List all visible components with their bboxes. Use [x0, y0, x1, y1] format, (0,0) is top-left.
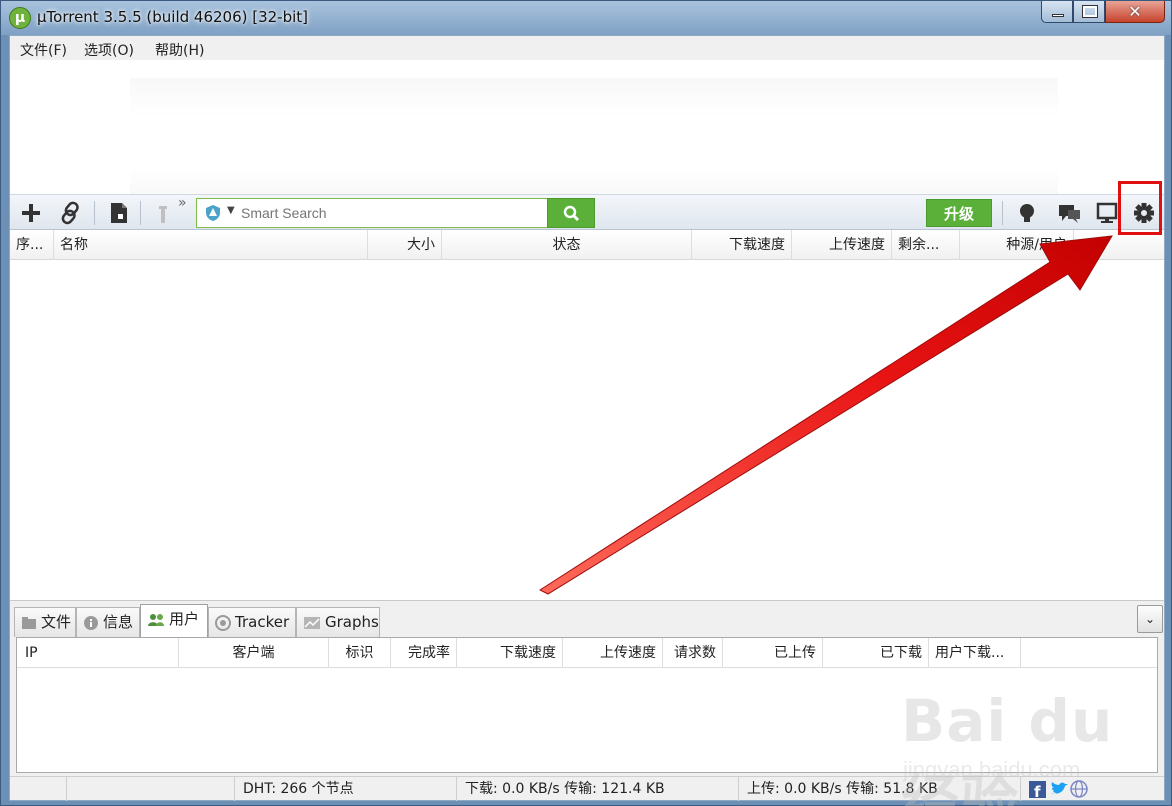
add-url-button[interactable]	[56, 199, 86, 227]
column-header-seeds-peers[interactable]: 种源/用户	[960, 230, 1074, 260]
baidu-watermark: Bai du 经验 jingyan.baidu.com	[901, 687, 1161, 806]
tab-trackers[interactable]: Tracker	[208, 607, 296, 637]
collapse-panel-button[interactable]: ⌄	[1137, 605, 1163, 633]
folder-icon	[22, 616, 36, 629]
column-header-ip[interactable]: IP	[19, 638, 179, 668]
tab-trackers-label: Tracker	[235, 613, 290, 631]
tab-graphs-label: Graphs	[325, 613, 379, 631]
utorrent-logo-icon: µ	[9, 7, 31, 29]
tab-info-label: 信息	[103, 613, 134, 631]
status-empty-cell	[66, 777, 234, 801]
column-header-size[interactable]: 大小	[368, 230, 442, 260]
search-box: ▼	[196, 198, 548, 228]
plus-icon	[22, 204, 40, 222]
tab-graphs[interactable]: Graphs	[296, 607, 380, 637]
maximize-icon	[1082, 5, 1098, 18]
close-button[interactable]: ✕	[1105, 1, 1165, 23]
search-icon	[563, 205, 580, 222]
column-header-client[interactable]: 客户端	[179, 638, 329, 668]
search-provider-dropdown-icon[interactable]: ▼	[227, 205, 235, 216]
create-torrent-button[interactable]	[104, 199, 134, 227]
column-header-eta[interactable]: 剩余...	[892, 230, 960, 260]
column-header-upload-speed[interactable]: 上传速度	[792, 230, 892, 260]
tab-files-label: 文件	[41, 613, 72, 631]
chat-button[interactable]	[1054, 199, 1084, 227]
new-file-icon	[111, 203, 127, 223]
column-header-uploaded[interactable]: 已上传	[723, 638, 823, 668]
minimize-icon	[1052, 14, 1064, 17]
remote-button[interactable]	[148, 199, 178, 227]
column-header-peer-dl[interactable]: 用户下载...	[929, 638, 1021, 668]
baidu-logo: Bai du 经验	[901, 687, 1114, 806]
window-title: µTorrent 3.5.5 (build 46206) [32-bit]	[37, 8, 309, 26]
column-header-percent[interactable]: 完成率	[391, 638, 457, 668]
add-torrent-button[interactable]	[16, 199, 46, 227]
status-download[interactable]: 下载: 0.0 KB/s 传输: 121.4 KB	[456, 777, 738, 801]
column-header-requests[interactable]: 请求数	[663, 638, 723, 668]
upgrade-button[interactable]: 升级	[926, 199, 992, 227]
tab-peers[interactable]: 用户	[140, 604, 208, 638]
minimize-button[interactable]	[1041, 1, 1073, 23]
link-icon	[61, 201, 79, 225]
maximize-button[interactable]	[1073, 1, 1105, 23]
tab-peers-label: 用户	[169, 610, 200, 628]
torrent-list[interactable]	[10, 260, 1164, 600]
remote-icon	[159, 206, 167, 223]
tracker-icon	[215, 614, 231, 631]
tab-info[interactable]: 信息	[76, 607, 140, 637]
toolbar-overflow-indicator[interactable]: »	[178, 195, 187, 211]
column-header-download-speed[interactable]: 下载速度	[692, 230, 792, 260]
column-header-peer-upload-speed[interactable]: 上传速度	[563, 638, 663, 668]
settings-highlight-annotation	[1118, 181, 1162, 235]
column-header-downloaded[interactable]: 已下载	[823, 638, 929, 668]
torrent-list-header: 序... 名称 大小 状态 下载速度 上传速度 剩余... 种源/用户	[10, 230, 1164, 260]
menu-bar: 文件(F) 选项(O) 帮助(H)	[10, 36, 1164, 60]
app-window: µ µTorrent 3.5.5 (build 46206) [32-bit] …	[0, 0, 1172, 806]
toolbar: » ▼ 升级	[10, 194, 1164, 230]
users-icon	[148, 613, 164, 626]
info-icon	[84, 615, 98, 630]
chat-icon	[1059, 205, 1080, 223]
menu-file[interactable]: 文件(F)	[20, 40, 67, 60]
title-bar[interactable]: µ µTorrent 3.5.5 (build 46206) [32-bit] …	[1, 1, 1171, 35]
column-header-status[interactable]: 状态	[442, 230, 692, 260]
column-header-flags[interactable]: 标识	[329, 638, 391, 668]
column-header-index[interactable]: 序...	[10, 230, 54, 260]
search-button[interactable]	[547, 198, 595, 228]
tips-button[interactable]	[1012, 199, 1042, 227]
menu-help[interactable]: 帮助(H)	[155, 40, 204, 60]
search-input[interactable]	[241, 203, 541, 223]
status-dht[interactable]: DHT: 266 个节点	[234, 777, 456, 801]
lightbulb-icon	[1020, 204, 1034, 222]
column-header-peer-download-speed[interactable]: 下载速度	[457, 638, 563, 668]
shield-icon[interactable]	[205, 204, 221, 222]
peers-list-header: IP 客户端 标识 完成率 下载速度 上传速度 请求数 已上传 已下载 用户下载…	[17, 638, 1157, 668]
chevron-down-icon: ⌄	[1144, 612, 1156, 626]
baidu-url: jingyan.baidu.com	[903, 757, 1081, 782]
graph-icon	[304, 616, 320, 629]
close-icon: ✕	[1128, 2, 1142, 21]
tab-files[interactable]: 文件	[14, 607, 76, 637]
column-header-name[interactable]: 名称	[54, 230, 368, 260]
menu-options[interactable]: 选项(O)	[84, 40, 134, 60]
